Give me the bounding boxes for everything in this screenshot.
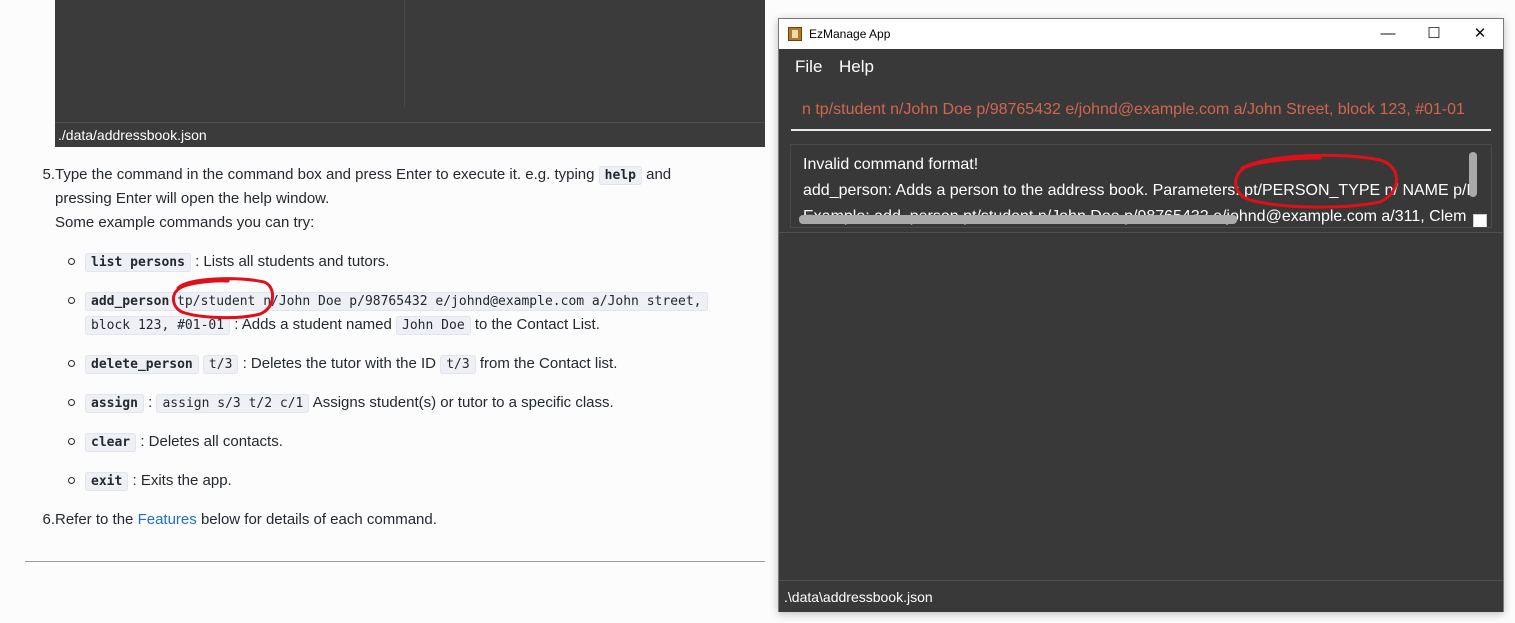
menu-file[interactable]: File xyxy=(795,57,822,77)
result-line: Invalid command format! xyxy=(803,156,979,173)
inline-code: help xyxy=(598,166,642,185)
title-bar: EzManage App — ☐ ✕ xyxy=(779,19,1503,49)
bullet xyxy=(68,258,75,265)
step-number: 5. xyxy=(42,166,55,183)
scroll-corner xyxy=(1473,214,1487,227)
vertical-scrollbar[interactable] xyxy=(1469,152,1477,197)
step-text: and xyxy=(646,166,672,183)
screenshot-divider xyxy=(404,0,405,108)
window-title: EzManage App xyxy=(809,27,891,41)
result-display[interactable]: Invalid command format! add_person: Adds… xyxy=(790,144,1492,228)
bullet xyxy=(68,477,75,484)
embedded-app-screenshot: ./data/addressbook.json xyxy=(55,0,765,147)
bullet xyxy=(68,360,75,367)
app-window: EzManage App — ☐ ✕ File Help n tp/studen… xyxy=(778,18,1504,612)
screenshot-status-bar: ./data/addressbook.json xyxy=(55,122,765,147)
result-display-panel: Invalid command format! add_person: Adds… xyxy=(779,139,1503,233)
example-exit: exit : Exits the app. xyxy=(85,469,232,494)
example-list-persons: list persons : Lists all students and tu… xyxy=(85,250,389,275)
result-line: add_person: Adds a person to the address… xyxy=(803,182,1478,199)
menu-help[interactable]: Help xyxy=(839,57,874,77)
menu-bar: File Help xyxy=(779,49,1503,85)
section-divider xyxy=(25,561,765,562)
command-input[interactable]: n tp/student n/John Doe p/98765432 e/joh… xyxy=(791,97,1491,131)
example-add-person: add_person tp/student n/John Doe p/98765… xyxy=(85,289,708,314)
person-list-panel xyxy=(779,234,1503,579)
step-5-line-3: Some example commands you can try: xyxy=(55,214,315,231)
status-bar: .\data\addressbook.json xyxy=(779,580,1503,612)
features-link[interactable]: Features xyxy=(138,511,197,528)
example-add-person-cont: block 123, #01-01 : Adds a student named… xyxy=(85,313,600,338)
step-number: 6. xyxy=(42,511,55,528)
bullet xyxy=(68,297,75,304)
app-icon xyxy=(788,27,802,41)
horizontal-scrollbar[interactable] xyxy=(799,215,1237,224)
bullet xyxy=(68,399,75,406)
example-delete-person: delete_person t/3 : Deletes the tutor wi… xyxy=(85,352,617,377)
minimize-icon[interactable]: — xyxy=(1365,19,1411,49)
maximize-icon[interactable]: ☐ xyxy=(1411,19,1457,49)
example-assign: assign : assign s/3 t/2 c/1 Assigns stud… xyxy=(85,391,614,416)
step-5-line-1: Type the command in the command box and … xyxy=(55,163,671,188)
example-clear: clear : Deletes all contacts. xyxy=(85,430,283,455)
step-text: Type the command in the command box and … xyxy=(55,166,595,183)
bullet xyxy=(68,438,75,445)
close-icon[interactable]: ✕ xyxy=(1457,19,1503,49)
step-5-line-2: pressing Enter will open the help window… xyxy=(55,190,330,207)
